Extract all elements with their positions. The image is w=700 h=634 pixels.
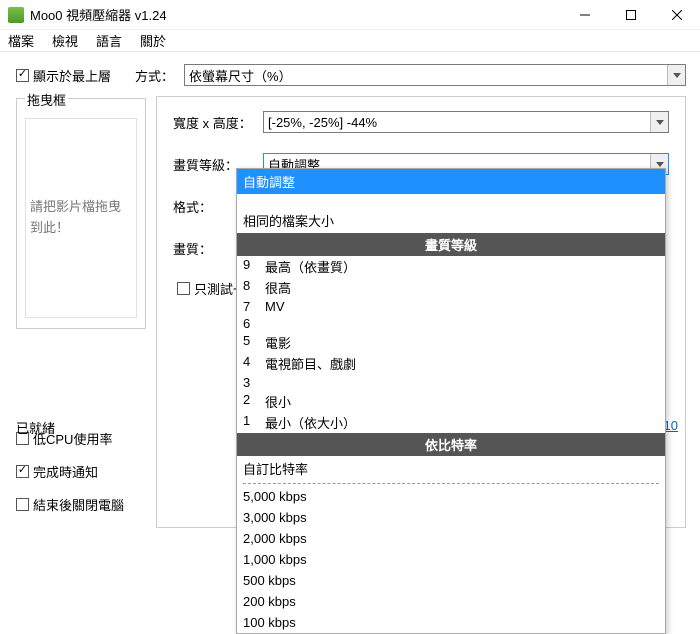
menu-view[interactable]: 檢視 (50, 29, 80, 52)
chevron-down-icon (667, 65, 685, 85)
menu-file[interactable]: 檔案 (6, 29, 36, 52)
notify-done-label: 完成時通知 (33, 462, 98, 481)
dropdown-separator (243, 483, 659, 484)
menu-lang[interactable]: 語言 (94, 29, 124, 52)
dropdown-option-quality-3[interactable]: 3 (237, 374, 665, 391)
shutdown-after-checkbox[interactable]: 結束後關閉電腦 (16, 495, 146, 514)
dropdown-option-bitrate[interactable]: 100 kbps (237, 612, 665, 633)
topmost-label: 顯示於最上層 (33, 66, 111, 85)
method-value: 依螢幕尺寸（%） (189, 66, 292, 85)
dropdown-option-same-size[interactable]: 相同的檔案大小 (237, 208, 665, 233)
dropdown-option-bitrate[interactable]: 2,000 kbps (237, 528, 665, 549)
dragbox-placeholder: 請把影片檔拖曳到此！ (25, 118, 137, 318)
status-text: 已就緒 (16, 418, 55, 437)
size-select[interactable]: [-25%, -25%] -44% (263, 111, 669, 133)
dragbox-legend: 拖曳框 (25, 90, 68, 109)
dropdown-option-quality-8[interactable]: 8很高 (237, 277, 665, 298)
shutdown-after-label: 結束後關閉電腦 (33, 495, 124, 514)
checkbox-icon (16, 465, 29, 478)
dropdown-option-bitrate[interactable]: 500 kbps (237, 570, 665, 591)
dropdown-option-quality-2[interactable]: 2很小 (237, 391, 665, 412)
checkbox-icon (16, 69, 29, 82)
dropdown-option-bitrate[interactable]: 3,000 kbps (237, 507, 665, 528)
checkbox-icon (16, 498, 29, 511)
maximize-button[interactable] (608, 0, 654, 30)
dropdown-option-quality-6[interactable]: 6 (237, 315, 665, 332)
menubar: 檔案 檢視 語言 關於 (0, 30, 700, 52)
dropdown-spacer (237, 194, 665, 208)
size-label: 寬度 x 高度： (173, 113, 263, 132)
menu-about[interactable]: 關於 (138, 29, 168, 52)
dropdown-option-bitrate[interactable]: 1,000 kbps (237, 549, 665, 570)
notify-done-checkbox[interactable]: 完成時通知 (16, 462, 146, 481)
dropdown-option-bitrate[interactable]: 5,000 kbps (237, 486, 665, 507)
window-title: Moo0 視頻壓縮器 v1.24 (30, 5, 562, 24)
topmost-checkbox[interactable]: 顯示於最上層 (16, 66, 111, 85)
app-icon (8, 7, 24, 23)
dropdown-section-quality: 畫質等級 (237, 233, 665, 256)
method-select[interactable]: 依螢幕尺寸（%） (184, 64, 686, 86)
dropdown-option-bitrate[interactable]: 200 kbps (237, 591, 665, 612)
dropdown-option-quality-1[interactable]: 1最小（依大小） (237, 412, 665, 433)
dropdown-section-bitrate: 依比特率 (237, 433, 665, 456)
dropdown-option-quality-7[interactable]: 7MV (237, 298, 665, 315)
dropdown-option-custom-bitrate[interactable]: 自訂比特率 (237, 456, 665, 481)
checkbox-icon (177, 282, 190, 295)
dropdown-option-quality-9[interactable]: 9最高（依畫質） (237, 256, 665, 277)
close-button[interactable] (654, 0, 700, 30)
chevron-down-icon (650, 112, 668, 132)
method-label: 方式： (135, 66, 174, 85)
size-value: [-25%, -25%] -44% (268, 115, 377, 130)
dropdown-option-auto[interactable]: 自動調整 (237, 169, 665, 194)
dropdown-option-quality-5[interactable]: 5電影 (237, 332, 665, 353)
dropdown-option-quality-4[interactable]: 4電視節目、戲劇 (237, 353, 665, 374)
titlebar: Moo0 視頻壓縮器 v1.24 (0, 0, 700, 30)
minimize-button[interactable] (562, 0, 608, 30)
drag-drop-box[interactable]: 拖曳框 請把影片檔拖曳到此！ (16, 98, 146, 329)
quality-level-dropdown[interactable]: 自動調整 相同的檔案大小 畫質等級 9最高（依畫質）8很高7MV65電影4電視節… (236, 168, 666, 634)
